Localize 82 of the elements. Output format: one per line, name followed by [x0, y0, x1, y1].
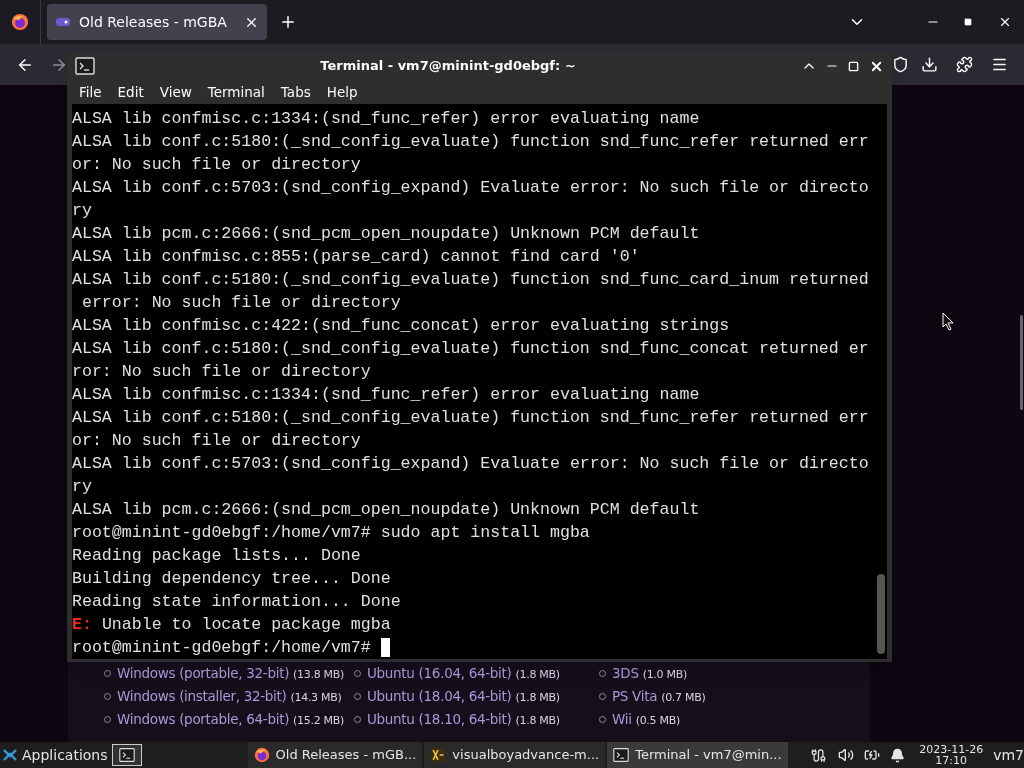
- taskbar-button[interactable]: Old Releases - mGB...: [247, 742, 423, 768]
- terminal-scrollbar[interactable]: [877, 574, 885, 654]
- terminal-line: error: No such file or directory: [80, 292, 401, 314]
- terminal-line: ALSA lib conf.c:5180:(_snd_config_evaluate) function snd_func_refer returned err: [72, 407, 869, 429]
- file-size: (15.2 MB): [293, 714, 345, 728]
- volume-icon[interactable]: [838, 747, 855, 763]
- download-link[interactable]: Ubuntu (18.04, 64-bit): [367, 688, 512, 705]
- download-link[interactable]: Wii: [612, 711, 632, 728]
- terminal-line: ry: [72, 200, 92, 222]
- menu-item[interactable]: Help: [326, 81, 358, 103]
- terminal-line: ALSA lib conf.c:5703:(snd_config_expand) Evaluate error: No such file or directo: [72, 453, 869, 475]
- terminal-launcher[interactable]: [111, 744, 142, 766]
- file-size: (0.5 MB): [635, 714, 680, 728]
- file-size: (1.8 MB): [515, 691, 560, 705]
- file-size: (1.8 MB): [515, 668, 560, 682]
- terminal-line: Building dependency tree... Done: [72, 568, 391, 590]
- terminal-icon: [75, 56, 95, 76]
- tab-title: Old Releases - mGBA: [79, 12, 228, 32]
- file-size: (13.8 MB): [293, 668, 345, 682]
- menu-item[interactable]: Edit: [117, 81, 144, 103]
- terminal-line: Reading package lists... Done: [72, 545, 361, 567]
- extensions-icon[interactable]: [956, 56, 973, 73]
- terminal-line: E: Unable to locate package mgba: [72, 614, 391, 636]
- download-link[interactable]: Ubuntu (18.10, 64-bit): [367, 711, 512, 728]
- editor-icon: [430, 747, 447, 763]
- mouse-pointer-icon: [942, 312, 954, 331]
- menu-item[interactable]: Terminal: [207, 81, 265, 103]
- download-link[interactable]: 3DS: [612, 665, 639, 682]
- browser-logo-icon: [11, 13, 29, 31]
- terminal-line: root@minint-gd0ebgf:/home/vm7# sudo apt install mgba: [72, 522, 590, 544]
- new-tab-icon[interactable]: [279, 13, 297, 31]
- download-link[interactable]: PS Vita: [612, 688, 658, 705]
- browser-tab[interactable]: Old Releases - mGBA: [47, 4, 267, 40]
- taskbar-button[interactable]: Terminal - vm7@min...: [607, 742, 788, 768]
- terminal-icon: [613, 747, 630, 763]
- terminal-line: ALSA lib conf.c:5180:(_snd_config_evaluate) function snd_func_concat returned er: [72, 338, 869, 360]
- terminal-line: or: No such file or directory: [72, 154, 361, 176]
- terminal-line: ALSA lib confmisc.c:422:(snd_func_concat) error evaluating strings: [72, 315, 730, 337]
- terminal-line: ALSA lib conf.c:5180:(_snd_config_evaluate) function snd_func_card_inum returned: [72, 269, 869, 291]
- maximize-icon[interactable]: [964, 18, 972, 26]
- menu-item[interactable]: Tabs: [280, 81, 311, 103]
- terminal-line: or: No such file or directory: [72, 430, 361, 452]
- download-link[interactable]: Windows (installer, 32-bit): [117, 688, 287, 705]
- download-link[interactable]: Windows (portable, 64-bit): [117, 711, 290, 728]
- close-icon[interactable]: [998, 15, 1012, 29]
- mouse-logo-icon: [2, 747, 18, 763]
- file-size: (14.3 MB): [290, 691, 342, 705]
- terminal-line: ALSA lib confmisc.c:1334:(snd_func_refer) error evaluating name: [72, 108, 700, 130]
- battery-icon[interactable]: [864, 747, 881, 763]
- terminal-line: ALSA lib confmisc.c:1334:(snd_func_refer) error evaluating name: [72, 384, 700, 406]
- download-link[interactable]: Windows (portable, 32-bit): [117, 665, 290, 682]
- menu-icon[interactable]: [991, 56, 1008, 73]
- window-title: Terminal - vm7@minint-gd0ebgf: ~: [319, 57, 577, 76]
- file-size: (0.7 MB): [661, 691, 706, 705]
- terminal-line: Reading state information... Done: [72, 591, 401, 613]
- terminal-line: ry: [72, 476, 92, 498]
- menu-item[interactable]: File: [79, 81, 102, 103]
- download-icon[interactable]: [921, 56, 938, 73]
- gamepad-icon: [55, 16, 71, 28]
- file-size: (1.0 MB): [642, 668, 687, 682]
- menu-item[interactable]: View: [159, 81, 192, 103]
- download-link[interactable]: Ubuntu (16.04, 64-bit): [367, 665, 512, 682]
- terminal-line: ALSA lib conf.c:5180:(_snd_config_evaluate) function snd_func_refer returned err: [72, 131, 869, 153]
- terminal-line: root@minint-gd0ebgf:/home/vm7#: [72, 636, 390, 659]
- applications-menu[interactable]: Applications: [0, 742, 112, 768]
- taskbar-button[interactable]: visualboyadvance-m...: [424, 742, 606, 768]
- terminal-line: ror: No such file or directory: [72, 361, 371, 383]
- date-text: 2023-11-26: [919, 744, 984, 755]
- terminal-line: ALSA lib pcm.c:2666:(snd_pcm_open_noupdate) Unknown PCM default: [72, 223, 700, 245]
- terminal-icon: [118, 747, 135, 763]
- maximize-icon[interactable]: [848, 60, 859, 72]
- shield-icon[interactable]: [892, 56, 909, 73]
- terminal-line: ALSA lib confmisc.c:855:(parse_card) cannot find card '0': [72, 246, 640, 268]
- terminal-line: ALSA lib conf.c:5703:(snd_config_expand) Evaluate error: No such file or directo: [72, 177, 869, 199]
- file-size: (1.8 MB): [515, 714, 560, 728]
- terminal-line: ALSA lib pcm.c:2666:(snd_pcm_open_noupdate) Unknown PCM default: [72, 499, 700, 521]
- time-text: 17:10: [935, 755, 968, 766]
- page-scrollbar[interactable]: [1020, 315, 1023, 410]
- notifications-icon[interactable]: [890, 747, 906, 763]
- browser-logo-icon: [253, 747, 270, 763]
- network-icon[interactable]: [811, 747, 827, 763]
- user-name[interactable]: vm7: [993, 744, 1024, 766]
